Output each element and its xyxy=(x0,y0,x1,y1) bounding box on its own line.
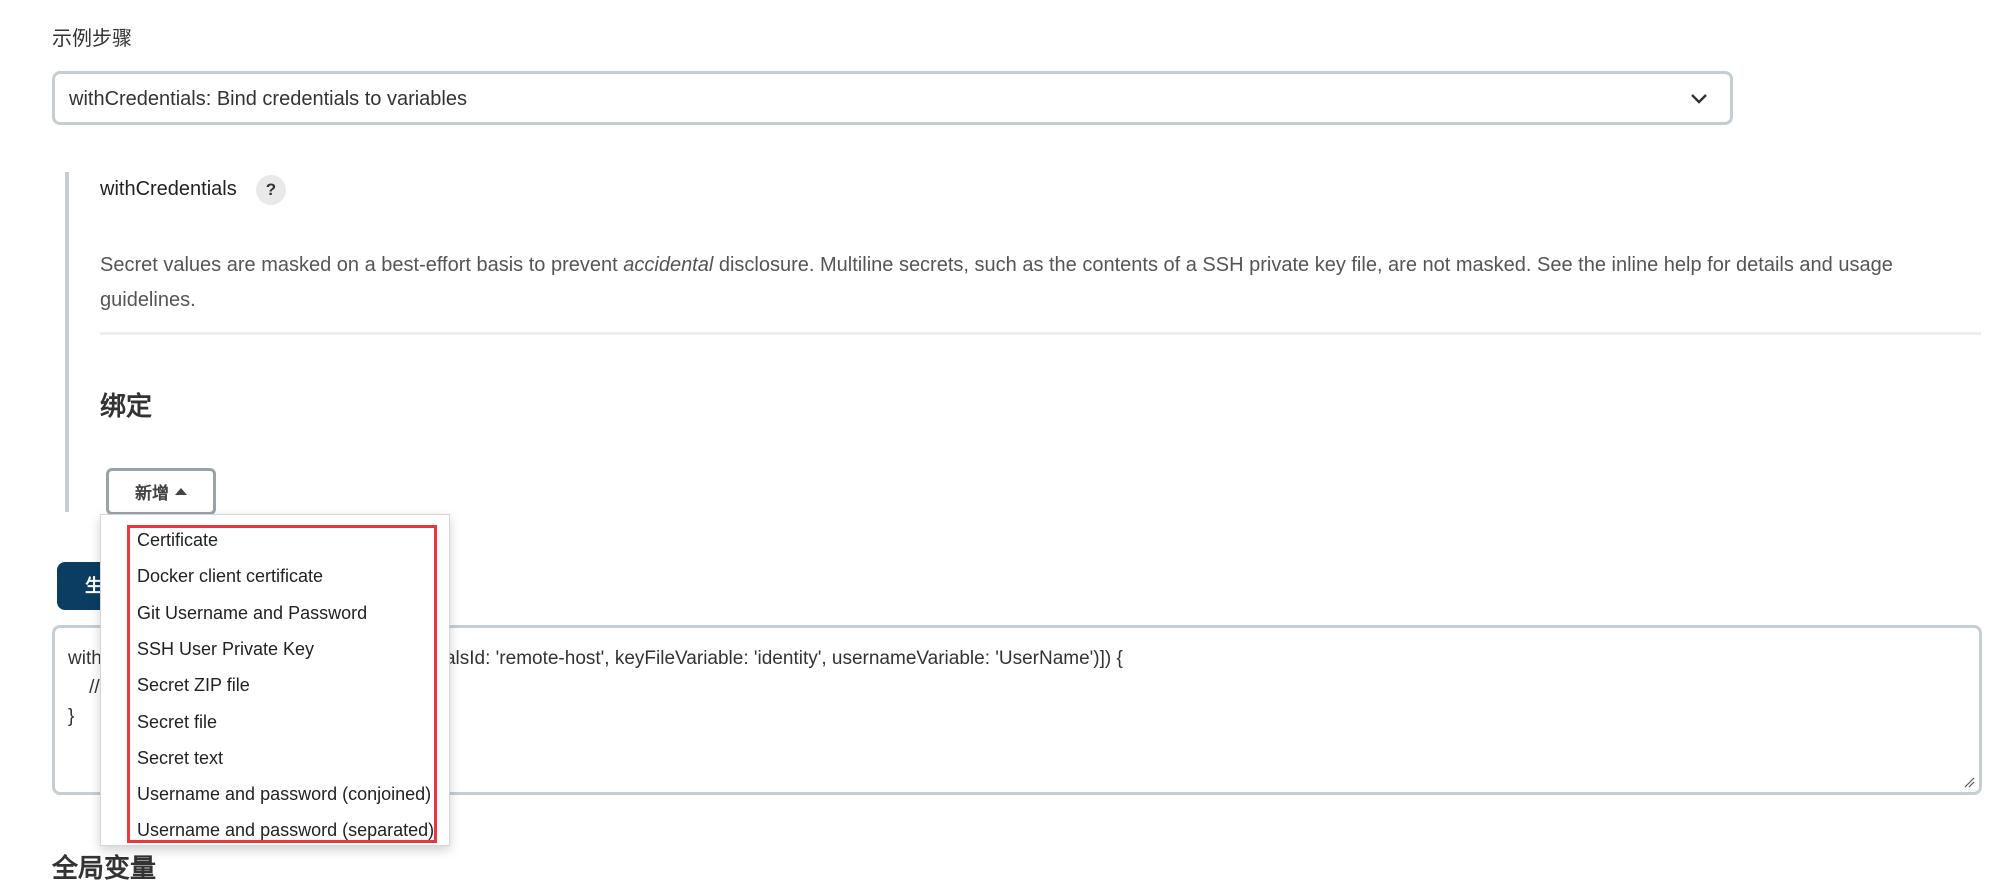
section-border xyxy=(65,172,69,512)
global-variables-heading: 全局变量 xyxy=(52,853,157,883)
sample-step-select[interactable]: withCredentials: Bind credentials to var… xyxy=(52,71,1733,125)
divider xyxy=(100,332,1981,335)
menu-item-secret-file[interactable]: Secret file xyxy=(137,712,217,733)
menu-item-secret-zip-file[interactable]: Secret ZIP file xyxy=(137,675,250,696)
chevron-down-icon xyxy=(1691,94,1707,104)
add-binding-label: 新增 xyxy=(135,484,169,503)
menu-item-username-password-conjoined[interactable]: Username and password (conjoined) xyxy=(137,784,431,805)
help-icon[interactable]: ? xyxy=(256,175,286,205)
sample-step-select-value: withCredentials: Bind credentials to var… xyxy=(69,88,467,110)
bindings-heading: 绑定 xyxy=(100,391,153,421)
description-emphasis: accidental xyxy=(623,254,714,276)
menu-item-certificate[interactable]: Certificate xyxy=(137,530,218,551)
step-description: Secret values are masked on a best-effor… xyxy=(100,248,1980,318)
code-line: } xyxy=(68,706,75,727)
menu-item-docker-client-certificate[interactable]: Docker client certificate xyxy=(137,566,323,587)
menu-item-username-password-separated[interactable]: Username and password (separated) xyxy=(137,820,434,841)
description-text-1: Secret values are masked on a best-effor… xyxy=(100,254,624,276)
step-name: withCredentials xyxy=(100,178,237,200)
menu-item-git-username-password[interactable]: Git Username and Password xyxy=(137,603,367,624)
menu-item-ssh-user-private-key[interactable]: SSH User Private Key xyxy=(137,639,314,660)
add-binding-button[interactable]: 新增 xyxy=(106,468,216,515)
sample-step-label: 示例步骤 xyxy=(52,28,132,50)
resize-handle-icon[interactable] xyxy=(1963,776,1975,788)
caret-up-icon xyxy=(175,488,187,495)
add-binding-menu: Certificate Docker client certificate Gi… xyxy=(100,514,450,846)
menu-item-secret-text[interactable]: Secret text xyxy=(137,748,223,769)
